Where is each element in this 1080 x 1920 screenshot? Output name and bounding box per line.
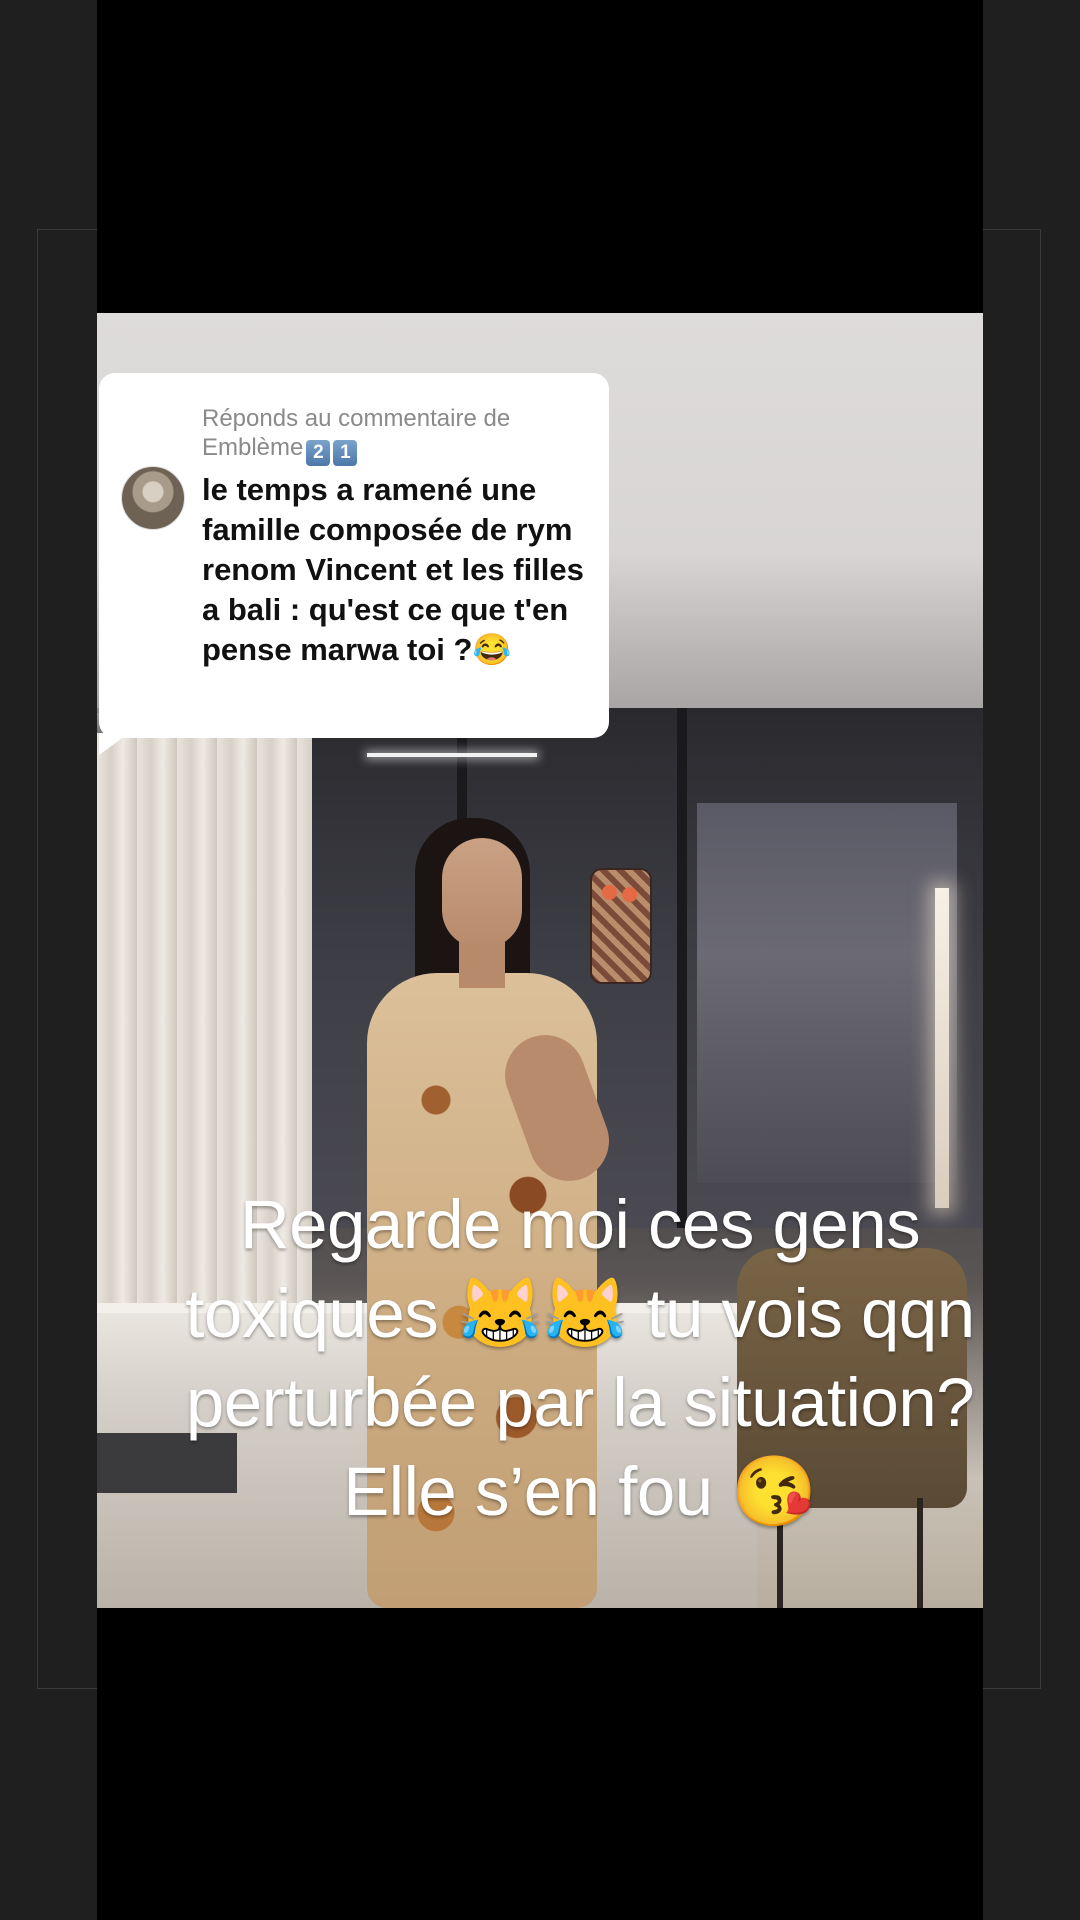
bubble-tail xyxy=(99,733,129,755)
reply-header: Réponds au commentaire de Emblème 2 1 xyxy=(202,404,592,466)
reply-prefix: Réponds au commentaire de xyxy=(202,405,511,432)
scene-light-strip xyxy=(935,888,949,1208)
reply-comment-bubble[interactable]: Réponds au commentaire de Emblème 2 1 le t… xyxy=(99,373,609,738)
caption-line: perturbée par la situation? xyxy=(185,1364,975,1441)
person-phone xyxy=(590,868,652,984)
caption-line: Regarde moi ces gens xyxy=(239,1186,921,1263)
caption-line: Elle s’en fou 😘 xyxy=(343,1453,817,1530)
video-caption: Regarde moi ces gens toxiques 😹😹 tu vois… xyxy=(75,1180,1080,1536)
commenter-avatar[interactable] xyxy=(121,466,185,530)
person-face xyxy=(442,838,522,948)
video-player[interactable]: Réponds au commentaire de Emblème 2 1 le t… xyxy=(97,0,983,1920)
keycap-2-emoji: 2 xyxy=(306,440,331,466)
scene-mullion xyxy=(677,708,687,1228)
comment-text: le temps a ramené une famille composée d… xyxy=(202,472,584,667)
reply-username[interactable]: Emblème xyxy=(202,434,303,461)
scene-window-pane xyxy=(697,803,957,1183)
caption-line: toxiques 😹😹 tu vois qqn xyxy=(185,1275,975,1352)
scene-ceiling-light xyxy=(367,753,537,757)
keycap-1-emoji: 1 xyxy=(333,440,358,466)
